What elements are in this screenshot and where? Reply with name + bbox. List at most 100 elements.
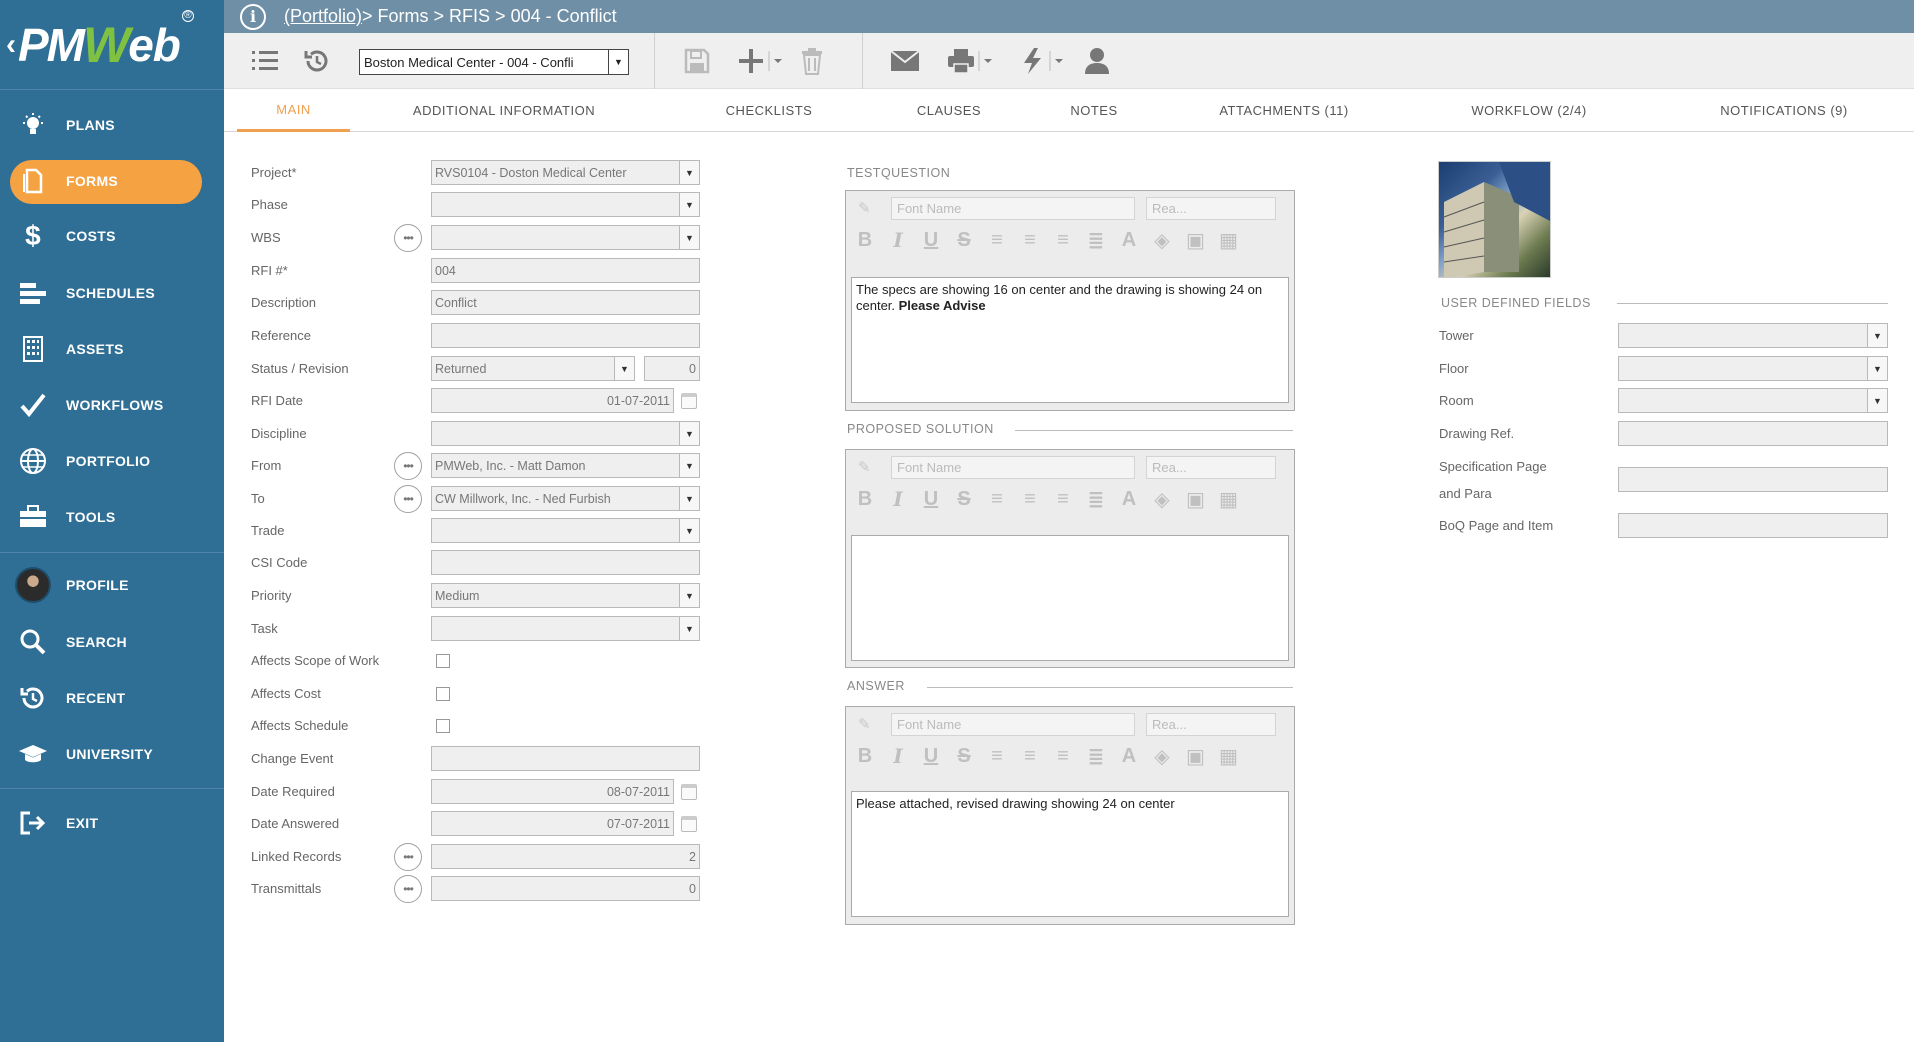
table-icon[interactable]: ▦ <box>1219 744 1238 769</box>
sidebar-item-profile[interactable]: PROFILE <box>0 562 224 608</box>
sidebar-item-tools[interactable]: TOOLS <box>0 494 224 540</box>
sidebar-item-university[interactable]: UNIVERSITY <box>0 731 224 777</box>
align-right-icon[interactable]: ≡ <box>1054 488 1072 511</box>
sidebar-item-forms[interactable]: FORMS <box>0 158 224 204</box>
revision-input[interactable]: 0 <box>644 356 700 381</box>
underline-icon[interactable]: U <box>922 745 940 768</box>
font-color-icon[interactable]: A <box>1120 229 1138 252</box>
wbs-select[interactable]: ▼ <box>431 225 700 250</box>
highlight-icon[interactable]: ◈ <box>1153 487 1171 512</box>
reference-input[interactable] <box>431 323 700 348</box>
delete-icon[interactable] <box>798 45 826 77</box>
affects-cost-checkbox[interactable] <box>436 687 450 701</box>
italic-icon[interactable]: I <box>889 228 907 252</box>
tab-clauses[interactable]: CLAUSES <box>894 89 1004 132</box>
eraser-icon[interactable]: ✎ <box>858 715 871 733</box>
font-color-icon[interactable]: A <box>1120 488 1138 511</box>
table-icon[interactable]: ▦ <box>1219 487 1238 512</box>
sidebar-item-search[interactable]: SEARCH <box>0 619 224 665</box>
strikethrough-icon[interactable]: S <box>955 229 973 252</box>
transmittals-more-button[interactable]: ••• <box>394 875 422 903</box>
priority-select[interactable]: Medium ▼ <box>431 583 700 608</box>
align-left-icon[interactable]: ≡ <box>988 488 1006 511</box>
sidebar-item-assets[interactable]: ASSETS <box>0 326 224 372</box>
linked-records-input[interactable]: 2 <box>431 844 700 869</box>
from-more-button[interactable]: ••• <box>394 452 422 480</box>
font-color-icon[interactable]: A <box>1120 745 1138 768</box>
font-size-input[interactable]: Rea... <box>1146 456 1276 479</box>
table-icon[interactable]: ▦ <box>1219 228 1238 253</box>
font-name-input[interactable]: Font Name <box>891 456 1135 479</box>
back-chevron-icon[interactable]: ‹ <box>6 28 16 62</box>
print-icon[interactable] <box>946 45 998 77</box>
calendar-icon[interactable] <box>681 393 697 409</box>
align-right-icon[interactable]: ≡ <box>1054 229 1072 252</box>
tab-workflow[interactable]: WORKFLOW (2/4) <box>1454 89 1604 132</box>
trade-select[interactable]: ▼ <box>431 518 700 543</box>
bold-icon[interactable]: B <box>856 488 874 511</box>
add-icon[interactable] <box>738 45 786 77</box>
image-icon[interactable]: ▣ <box>1186 487 1205 512</box>
save-icon[interactable] <box>682 45 712 77</box>
tower-select[interactable]: ▼ <box>1618 323 1888 348</box>
image-icon[interactable]: ▣ <box>1186 228 1205 253</box>
solution-text[interactable] <box>851 535 1289 661</box>
eraser-icon[interactable]: ✎ <box>858 199 871 217</box>
align-left-icon[interactable]: ≡ <box>988 229 1006 252</box>
justify-icon[interactable]: ≣ <box>1087 228 1105 253</box>
floor-select[interactable]: ▼ <box>1618 356 1888 381</box>
breadcrumb-portfolio-link[interactable]: (Portfolio) <box>284 6 362 27</box>
discipline-select[interactable]: ▼ <box>431 421 700 446</box>
sidebar-item-schedules[interactable]: SCHEDULES <box>0 270 224 316</box>
font-name-input[interactable]: Font Name <box>891 713 1135 736</box>
to-select[interactable]: CW Millwork, Inc. - Ned Furbish ▼ <box>431 486 700 511</box>
italic-icon[interactable]: I <box>889 487 907 511</box>
font-name-input[interactable]: Font Name <box>891 197 1135 220</box>
underline-icon[interactable]: U <box>922 488 940 511</box>
eraser-icon[interactable]: ✎ <box>858 458 871 476</box>
user-icon[interactable] <box>1082 45 1112 77</box>
drawing-ref-input[interactable] <box>1618 421 1888 446</box>
italic-icon[interactable]: I <box>889 744 907 768</box>
sidebar-item-recent[interactable]: RECENT <box>0 675 224 721</box>
calendar-icon[interactable] <box>681 784 697 800</box>
underline-icon[interactable]: U <box>922 229 940 252</box>
align-right-icon[interactable]: ≡ <box>1054 745 1072 768</box>
sidebar-item-plans[interactable]: PLANS <box>0 102 224 148</box>
task-select[interactable]: ▼ <box>431 616 700 641</box>
tab-notifications[interactable]: NOTIFICATIONS (9) <box>1694 89 1874 132</box>
calendar-icon[interactable] <box>681 816 697 832</box>
tab-checklists[interactable]: CHECKLISTS <box>704 89 834 132</box>
transmittals-input[interactable]: 0 <box>431 876 700 901</box>
info-icon[interactable]: i <box>240 3 266 30</box>
rfi-date-input[interactable]: 01-07-2011 <box>431 388 674 413</box>
tab-notes[interactable]: NOTES <box>1044 89 1144 132</box>
bold-icon[interactable]: B <box>856 745 874 768</box>
csi-code-input[interactable] <box>431 550 700 575</box>
tab-additional-information[interactable]: ADDITIONAL INFORMATION <box>399 89 609 132</box>
justify-icon[interactable]: ≣ <box>1087 744 1105 769</box>
from-select[interactable]: PMWeb, Inc. - Matt Damon ▼ <box>431 453 700 478</box>
tab-attachments[interactable]: ATTACHMENTS (11) <box>1204 89 1364 132</box>
sidebar-item-workflows[interactable]: WORKFLOWS <box>0 382 224 428</box>
answer-text[interactable]: Please attached, revised drawing showing… <box>851 791 1289 917</box>
change-event-input[interactable] <box>431 746 700 771</box>
history-icon[interactable] <box>302 45 332 77</box>
font-size-input[interactable]: Rea... <box>1146 713 1276 736</box>
strikethrough-icon[interactable]: S <box>955 488 973 511</box>
boq-input[interactable] <box>1618 513 1888 538</box>
list-view-icon[interactable] <box>250 45 280 77</box>
tab-main[interactable]: MAIN <box>237 89 350 132</box>
description-input[interactable]: Conflict <box>431 290 700 315</box>
affects-scope-checkbox[interactable] <box>436 654 450 668</box>
project-thumbnail[interactable] <box>1438 161 1551 278</box>
sidebar-item-portfolio[interactable]: PORTFOLIO <box>0 438 224 484</box>
sidebar-item-costs[interactable]: $ COSTS <box>0 213 224 259</box>
to-more-button[interactable]: ••• <box>394 485 422 513</box>
highlight-icon[interactable]: ◈ <box>1153 228 1171 253</box>
lightning-icon[interactable] <box>1020 45 1070 77</box>
phase-select[interactable]: ▼ <box>431 192 700 217</box>
question-text[interactable]: The specs are showing 16 on center and t… <box>851 277 1289 403</box>
strikethrough-icon[interactable]: S <box>955 745 973 768</box>
align-center-icon[interactable]: ≡ <box>1021 488 1039 511</box>
